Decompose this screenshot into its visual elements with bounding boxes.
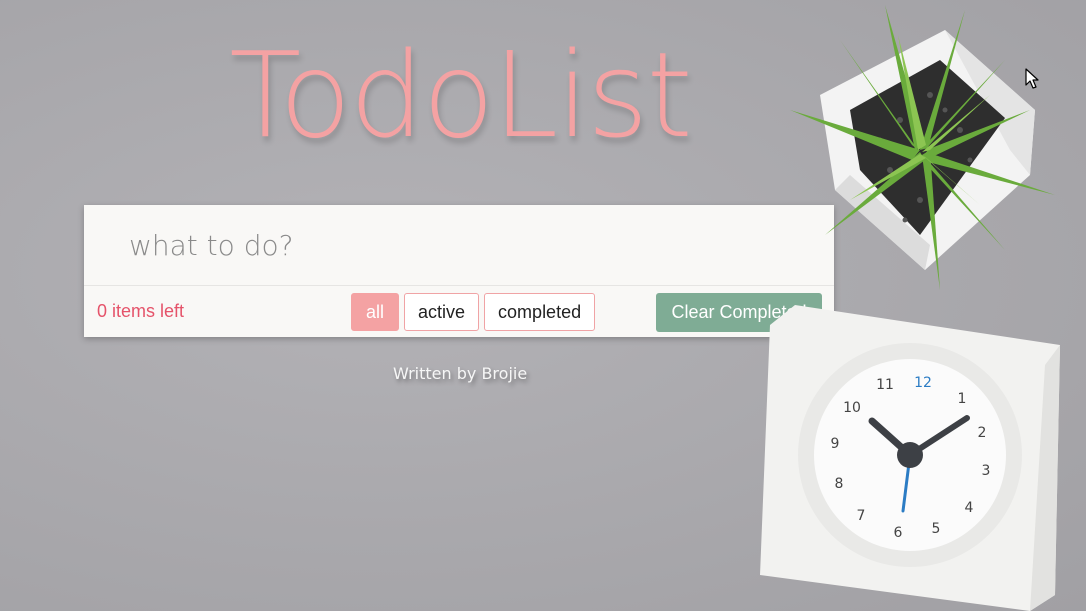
clock-number: 4: [965, 500, 974, 516]
app-background: TodoList 0 items left all active complet…: [0, 0, 1086, 611]
clock-number: 1: [958, 391, 967, 407]
author-credit: Written by Brojie: [393, 364, 528, 383]
clock-number: 9: [831, 436, 840, 452]
todo-footer: 0 items left all active completed Clear …: [84, 285, 834, 338]
clock-number: 11: [876, 377, 894, 393]
mouse-cursor-icon: [1025, 68, 1039, 89]
filter-completed-button[interactable]: completed: [484, 293, 596, 331]
plant-icon: [790, 5, 1055, 290]
clock-number: 3: [982, 463, 991, 479]
todo-panel: 0 items left all active completed Clear …: [84, 205, 834, 337]
clock-number: 10: [843, 400, 861, 416]
clock-number: 2: [978, 425, 987, 441]
filter-all-button[interactable]: all: [351, 293, 400, 331]
filter-active-button[interactable]: active: [404, 293, 480, 331]
clock-number: 6: [894, 525, 903, 541]
filter-group: all active completed: [351, 293, 596, 331]
clock-number: 5: [932, 521, 941, 537]
clock-number: 7: [857, 508, 866, 524]
items-left-count: 0 items left: [97, 301, 185, 321]
clock-number: 12: [914, 375, 932, 391]
todo-input[interactable]: [84, 205, 834, 285]
clock-number: 8: [835, 476, 844, 492]
clock-icon: 12 1 2 3 4 5 6 7 8 9 10 11: [760, 305, 1060, 611]
